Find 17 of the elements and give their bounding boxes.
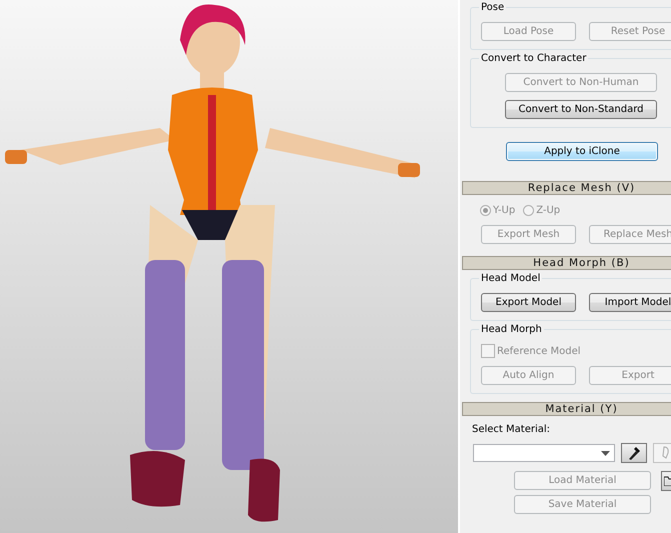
eyedropper-icon [628,446,640,460]
folder-icon [664,476,671,486]
radio-label: Z-Up [536,204,560,216]
button[interactable]: Import Model [589,293,671,312]
section-header: Material (Y) [462,402,671,416]
caret-icon [601,450,610,456]
material-dropdown[interactable] [473,444,615,462]
radio-label: Y-Up [493,204,516,216]
section-header: Replace Mesh (V) [462,181,671,195]
field-label: Select Material: [472,424,552,435]
button[interactable]: Export Model [481,293,576,312]
section-header: Head Morph (B) [462,256,671,270]
button[interactable]: Convert to Non-Standard [505,100,657,119]
eyedropper-button[interactable] [621,443,647,463]
checkbox-label: Reference Model [497,346,581,356]
group-title: Head Morph [479,323,544,336]
button[interactable]: Apply to iClone [506,142,658,161]
